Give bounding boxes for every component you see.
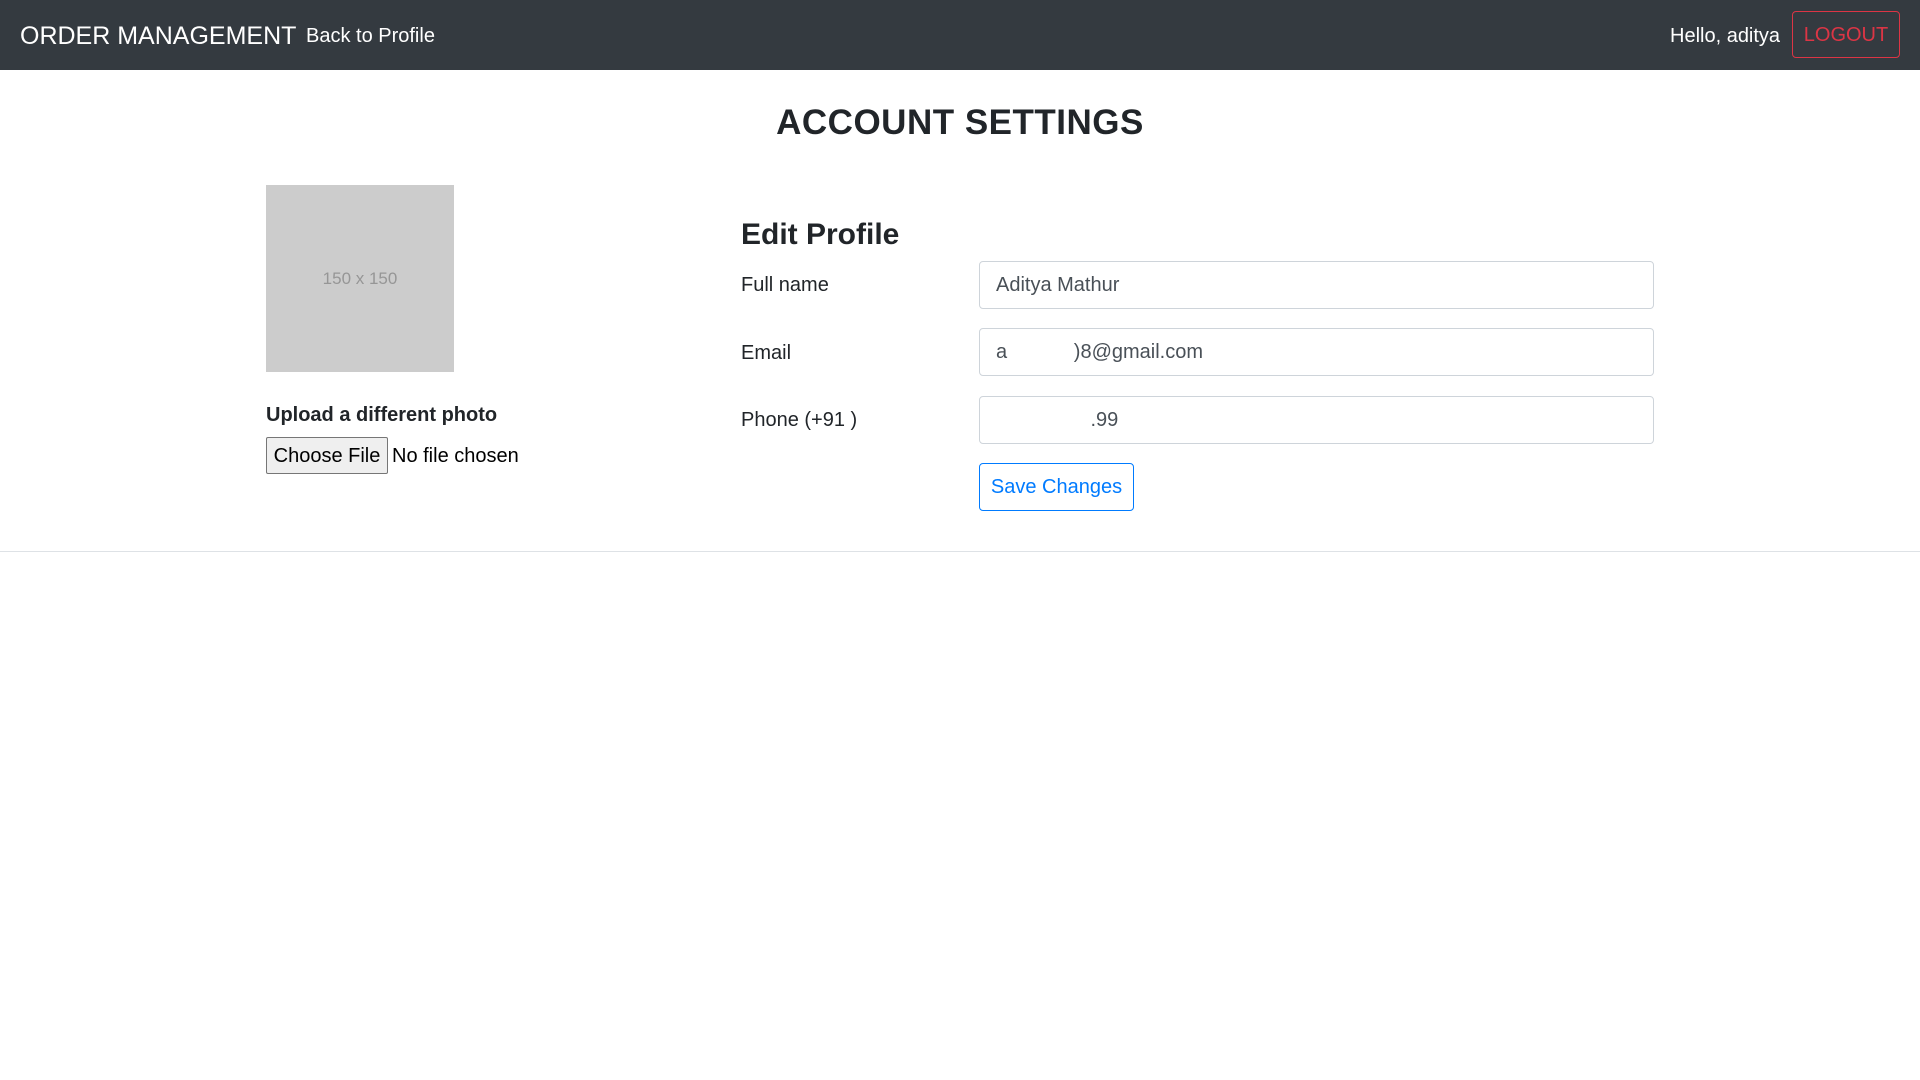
full-name-label: Full name bbox=[741, 274, 829, 296]
choose-file-button[interactable]: Choose File bbox=[266, 437, 388, 474]
top-navbar: ORDER MANAGEMENT Back to Profile Hello, … bbox=[0, 0, 1920, 70]
page-title: ACCOUNT SETTINGS bbox=[776, 103, 1144, 142]
upload-photo-label: Upload a different photo bbox=[266, 404, 498, 426]
profile-photo-placeholder: 150 x 150 bbox=[266, 185, 454, 372]
email-label: Email bbox=[741, 342, 792, 364]
phone-label: Phone (+91 ) bbox=[741, 409, 858, 431]
brand-title[interactable]: ORDER MANAGEMENT bbox=[20, 21, 296, 51]
edit-profile-heading: Edit Profile bbox=[741, 218, 900, 251]
save-changes-button[interactable]: Save Changes bbox=[979, 463, 1134, 511]
logout-button[interactable]: LOGOUT bbox=[1792, 11, 1900, 58]
photo-placeholder-text: 150 x 150 bbox=[322, 268, 398, 288]
email-input[interactable] bbox=[979, 328, 1654, 376]
user-greeting: Hello, aditya bbox=[1670, 25, 1781, 47]
full-name-input[interactable] bbox=[979, 261, 1654, 309]
back-to-profile-link[interactable]: Back to Profile bbox=[306, 24, 435, 48]
phone-input[interactable] bbox=[979, 396, 1654, 444]
file-status-text: No file chosen bbox=[392, 445, 519, 467]
content-divider bbox=[0, 551, 1920, 552]
